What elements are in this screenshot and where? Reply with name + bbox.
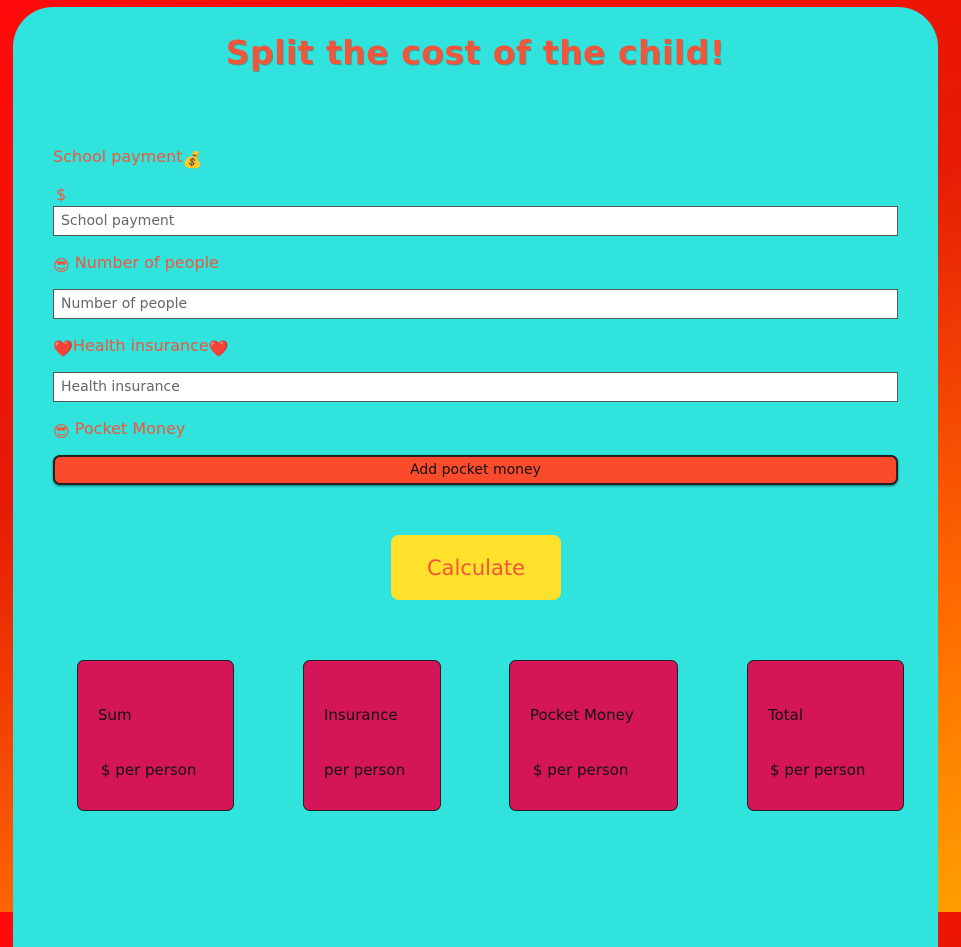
number-of-people-label-text: Number of people: [74, 253, 219, 272]
total-currency: $: [770, 761, 780, 779]
pocket-money-label: 😎 Pocket Money: [53, 419, 185, 441]
total-suffix: per person: [784, 761, 866, 779]
heart-icon: ❤️: [53, 339, 73, 358]
insurance-title: Insurance: [324, 706, 398, 724]
page-title: Split the cost of the child!: [225, 33, 726, 72]
school-payment-label: School payment💰: [53, 147, 202, 169]
number-of-people-label: 😎 Number of people: [53, 253, 219, 275]
insurance-result-box: Insurance per person: [303, 660, 441, 811]
sunglasses-face-icon: 😎: [53, 256, 70, 275]
insurance-suffix: per person: [324, 761, 406, 779]
total-result-box: Total $ per person: [747, 660, 904, 811]
heart-icon: ❤️: [208, 339, 229, 358]
pocket-money-per-person: $ per person: [533, 761, 628, 779]
sum-per-person: $ per person: [101, 761, 196, 779]
sum-suffix: per person: [115, 761, 197, 779]
pocket-money-suffix: per person: [547, 761, 629, 779]
health-insurance-input[interactable]: [53, 372, 898, 402]
health-insurance-label: ❤️Health insurance❤️: [53, 336, 229, 358]
money-bag-icon: 💰: [182, 150, 203, 169]
sum-currency: $: [101, 761, 111, 779]
pocket-money-label-text: Pocket Money: [74, 419, 186, 438]
sum-title: Sum: [98, 706, 132, 724]
total-title: Total: [768, 706, 804, 724]
sum-result-box: Sum $ per person: [77, 660, 234, 811]
school-payment-label-text: School payment: [53, 147, 183, 166]
pocket-money-currency: $: [533, 761, 543, 779]
sunglasses-face-icon: 😎: [53, 422, 70, 441]
pocket-money-title: Pocket Money: [530, 706, 634, 724]
calculate-button[interactable]: Calculate: [391, 535, 561, 600]
school-payment-input[interactable]: [53, 206, 898, 236]
total-per-person: $ per person: [770, 761, 865, 779]
add-pocket-money-button[interactable]: Add pocket money: [53, 455, 898, 485]
health-insurance-label-text: Health insurance: [72, 336, 209, 355]
number-of-people-input[interactable]: [53, 289, 898, 319]
currency-symbol: $: [56, 185, 67, 204]
insurance-per-person: per person: [324, 761, 405, 779]
main-card: Split the cost of the child! School paym…: [13, 7, 938, 947]
pocket-money-result-box: Pocket Money $ per person: [509, 660, 678, 811]
